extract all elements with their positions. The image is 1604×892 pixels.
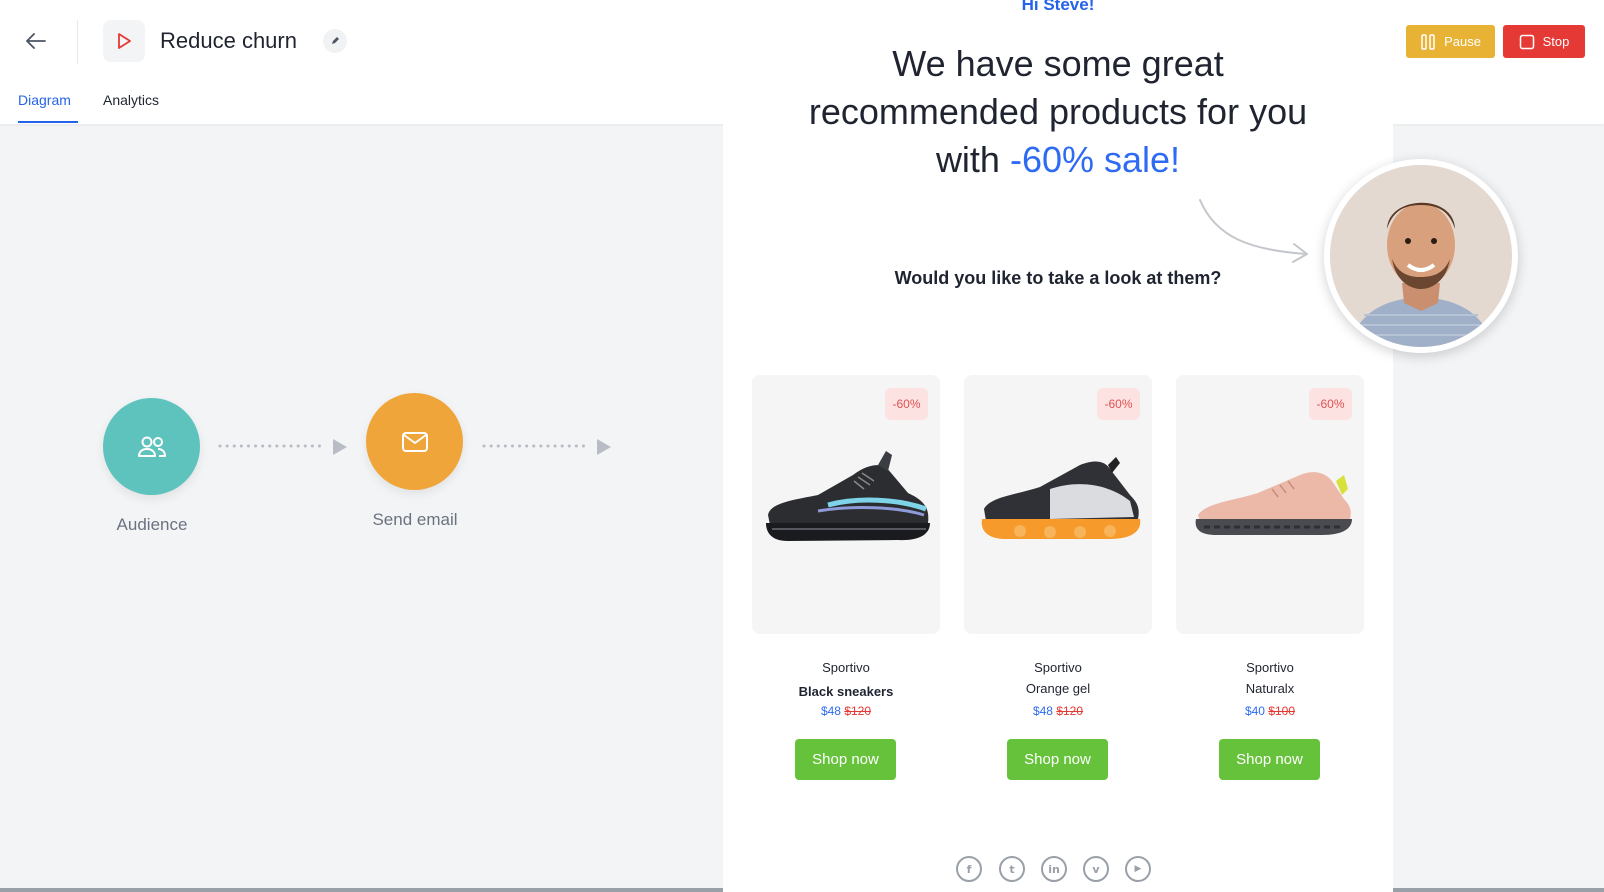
bottom-scroll-bar <box>0 888 723 892</box>
mail-icon <box>401 431 428 452</box>
shop-now-button[interactable]: Shop now <box>795 739 896 780</box>
price-original: $100 <box>1268 704 1296 718</box>
product-price: $40 $100 <box>1176 704 1364 718</box>
pause-label: Pause <box>1444 34 1481 49</box>
audience-node[interactable] <box>103 398 200 495</box>
product-brand: Sportivo <box>822 660 870 675</box>
twitter-icon[interactable]: t <box>999 856 1025 882</box>
arrow-left-icon <box>26 33 46 49</box>
active-tab-indicator <box>18 121 78 123</box>
product-card[interactable]: -60% <box>752 375 940 634</box>
email-question: Would you like to take a look at them? <box>894 268 1222 288</box>
linkedin-icon[interactable]: in <box>1041 856 1067 882</box>
shop-now-button[interactable]: Shop now <box>1219 739 1320 780</box>
connector-arrowhead <box>333 439 347 455</box>
price-current: $48 <box>1032 704 1053 718</box>
discount-badge: -60% <box>885 388 928 420</box>
users-icon <box>137 436 166 457</box>
back-button[interactable] <box>18 25 54 57</box>
person-portrait-icon <box>1330 165 1512 347</box>
product-brand: Sportivo <box>1246 660 1294 675</box>
shop-now-button[interactable]: Shop now <box>1007 739 1108 780</box>
discount-badge: -60% <box>1097 388 1140 420</box>
discount-badge: -60% <box>1309 388 1352 420</box>
avatar-photo <box>1330 165 1512 347</box>
play-icon <box>118 33 131 49</box>
tab-diagram[interactable]: Diagram <box>18 91 71 109</box>
connector-dots <box>218 444 322 448</box>
pause-button[interactable]: Pause <box>1406 25 1495 58</box>
header-divider <box>77 20 78 64</box>
product-name: Black sneakers <box>798 684 894 699</box>
youtube-icon[interactable]: ▶ <box>1125 856 1151 882</box>
product-name: Orange gel <box>1025 681 1091 696</box>
price-original: $120 <box>844 704 872 718</box>
curved-arrow-icon <box>1199 199 1308 263</box>
bottom-scroll-bar <box>1393 888 1604 892</box>
stop-button[interactable]: Stop <box>1503 25 1585 58</box>
avatar <box>1324 159 1518 353</box>
vimeo-icon[interactable]: v <box>1083 856 1109 882</box>
email-preview-panel: Hi Steve! We have some great recommended… <box>723 0 1393 892</box>
pink-sneaker-image <box>1195 472 1352 535</box>
stop-icon <box>1519 34 1534 49</box>
product-card[interactable]: -60% <box>1176 375 1364 634</box>
flow-type-badge <box>103 20 145 62</box>
audience-node-label: Audience <box>116 515 188 534</box>
price-current: $48 <box>820 704 841 718</box>
stop-label: Stop <box>1542 34 1570 49</box>
facebook-icon[interactable]: f <box>956 856 982 882</box>
email-greeting: Hi Steve! <box>1021 0 1095 14</box>
pencil-icon <box>332 37 339 44</box>
price-original: $120 <box>1056 704 1084 718</box>
product-price: $48 $120 <box>752 704 940 718</box>
send-email-node[interactable] <box>366 393 463 490</box>
orange-sneaker-image <box>981 457 1141 539</box>
product-name: Naturalx <box>1245 681 1295 696</box>
edit-title-button[interactable] <box>323 29 347 53</box>
connector-arrowhead <box>597 439 611 455</box>
black-sneaker-image <box>766 451 930 541</box>
send-email-node-label: Send email <box>372 510 458 529</box>
email-headline: We have some great recommended products … <box>783 40 1333 184</box>
pause-icon <box>1421 33 1435 50</box>
product-brand: Sportivo <box>1034 660 1082 675</box>
page-title: Reduce churn <box>160 28 297 53</box>
price-current: $40 <box>1244 704 1265 718</box>
tab-analytics[interactable]: Analytics <box>103 91 159 109</box>
email-headline-highlight: -60% sale! <box>1009 139 1181 180</box>
product-card[interactable]: -60% <box>964 375 1152 634</box>
connector-dots <box>482 444 586 448</box>
product-price: $48 $120 <box>964 704 1152 718</box>
